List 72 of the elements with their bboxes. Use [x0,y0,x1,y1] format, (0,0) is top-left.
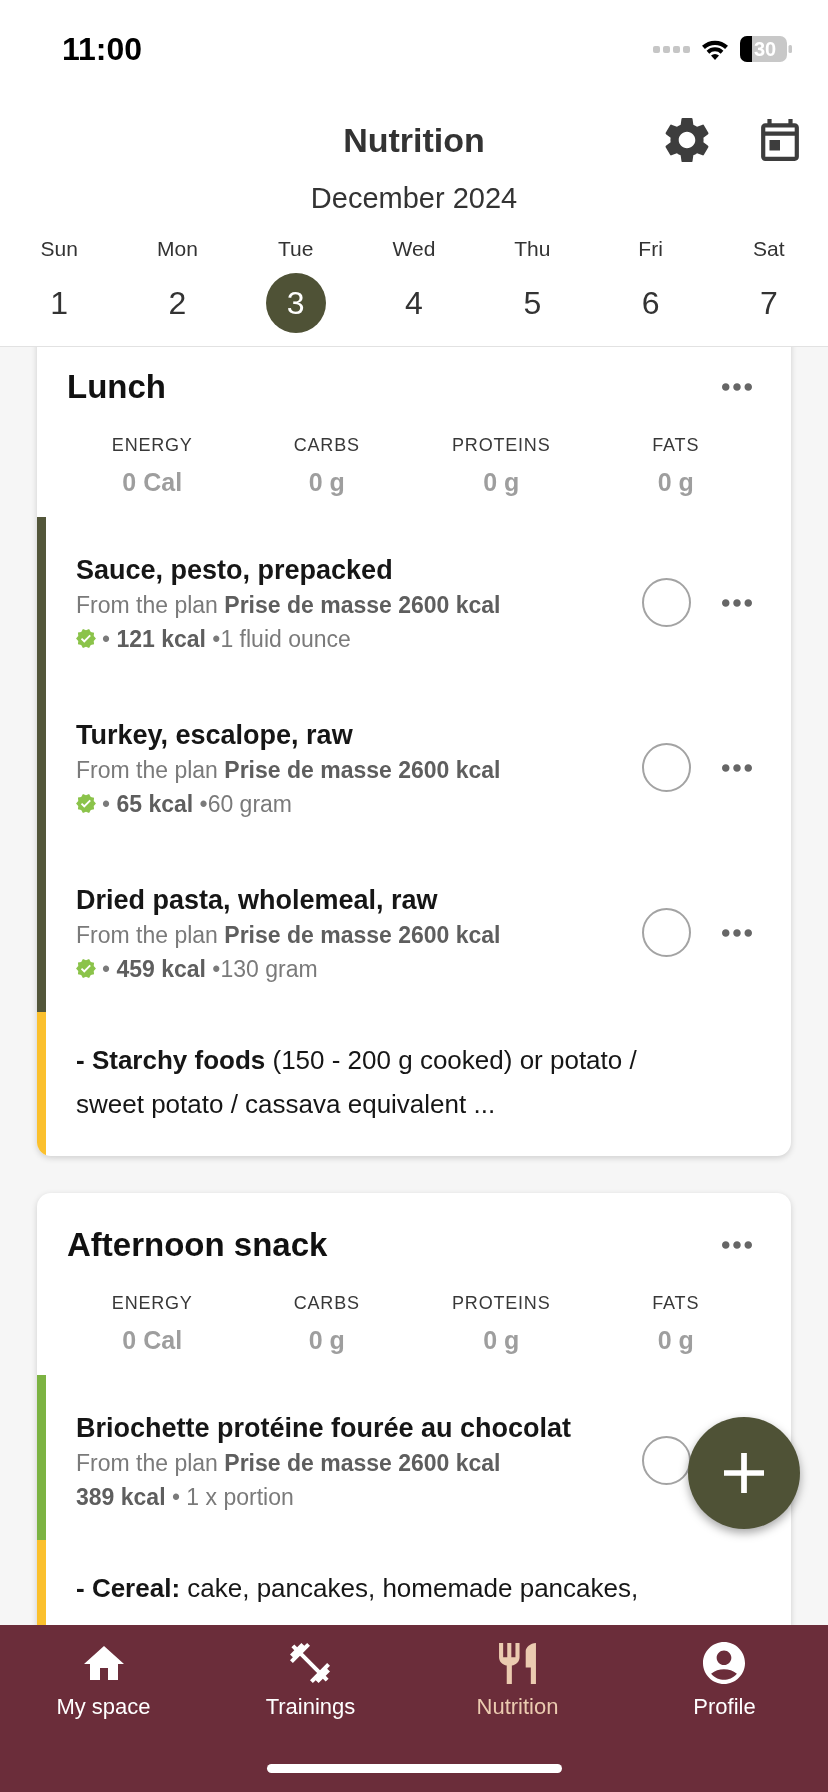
weekday-label: Tue [278,236,314,262]
fork-knife-icon [499,1642,536,1684]
food-name: Sauce, pesto, prepacked [76,553,394,587]
food-details: 389 kcal • 1 x portion [76,1482,294,1511]
more-icon[interactable] [722,1241,752,1249]
battery-icon [740,36,792,62]
checkbox[interactable] [642,578,691,627]
more-icon[interactable] [722,383,752,391]
food-name: Dried pasta, wholemeal, raw [76,883,439,917]
more-icon[interactable] [722,928,752,937]
weekday-label: Sat [753,236,785,262]
plan-source-text: From the plan Prise de masse 2600 kcal [76,920,502,949]
plan-source-text: From the plan Prise de masse 2600 kcal [76,1448,502,1477]
nutrient-value: 0 g [308,1325,345,1355]
checkbox[interactable] [642,743,691,792]
food-details: • 121 kcal •1 fluid ounce [102,624,351,653]
nutrient-label: PROTEINS [452,1292,551,1315]
meal-title: Lunch [67,367,166,407]
plan-source-text: From the plan Prise de masse 2600 kcal [76,590,502,619]
month-label: December 2024 [310,182,518,214]
nutrient-label: CARBS [293,434,360,457]
calendar-icon[interactable] [761,119,799,161]
nutrient-label: ENERGY [111,434,193,457]
checkbox[interactable] [642,1436,691,1485]
wifi-icon [700,38,730,60]
weekday-label: Mon [157,236,198,262]
day-number[interactable]: 7 [738,273,799,333]
weekday-label: Wed [392,236,436,262]
nav-tab[interactable]: Profile [693,1642,756,1720]
food-details: • 65 kcal •60 gram [102,789,293,818]
nutrient-label: FATS [652,434,700,457]
page-title: Nutrition [343,120,485,160]
nutrient-value: 0 g [657,1325,694,1355]
note-text: - Cereal: cake, pancakes, homemade pancakes, [76,1572,640,1605]
nutrient-value: 0 g [483,467,520,497]
nutrient-value: 0 g [483,1325,520,1355]
status-time: 11:00 [62,30,143,68]
more-icon[interactable] [722,598,752,607]
weekday-label: Fri [638,236,663,262]
signal-icon [653,45,690,53]
dumbbell-icon [290,1643,331,1683]
day-number[interactable]: 5 [502,273,563,333]
day-number[interactable]: 3 [265,273,326,333]
nutrient-value: 0 g [308,467,345,497]
day-number[interactable]: 4 [384,273,444,333]
nutrient-label: CARBS [293,1292,360,1315]
food-details: • 459 kcal •130 gram [102,954,318,983]
food-name: Briochette protéine fourée au chocolat [76,1411,573,1445]
nav-tab[interactable]: Trainings [265,1642,356,1720]
more-icon[interactable] [722,763,752,772]
home-icon [83,1646,124,1680]
nutrient-label: ENERGY [111,1292,193,1315]
settings-icon[interactable] [664,117,710,163]
nav-tab[interactable]: My space [56,1642,151,1720]
day-number[interactable]: 6 [620,273,681,333]
nutrient-label: FATS [652,1292,700,1315]
day-number[interactable]: 2 [147,273,208,333]
nav-tab[interactable]: Nutrition [476,1642,559,1720]
day-number[interactable]: 1 [29,273,90,333]
checkbox[interactable] [642,908,691,957]
weekday-label: Sun [40,236,78,262]
nutrient-value: 0 g [657,467,694,497]
plus-icon [724,1453,764,1493]
weekday-label: Thu [514,236,551,262]
food-name: Turkey, escalope, raw [76,718,354,752]
nutrient-label: PROTEINS [452,434,551,457]
nutrient-value: 0 Cal [122,1325,183,1355]
profile-icon [703,1642,746,1684]
meal-title: Afternoon snack [67,1225,328,1265]
nutrient-value: 0 Cal [122,467,183,497]
plan-source-text: From the plan Prise de masse 2600 kcal [76,755,502,784]
note-text: - Starchy foods (150 - 200 g cooked) or potato / sweet potato / cassava equivalent ... [76,1044,638,1121]
